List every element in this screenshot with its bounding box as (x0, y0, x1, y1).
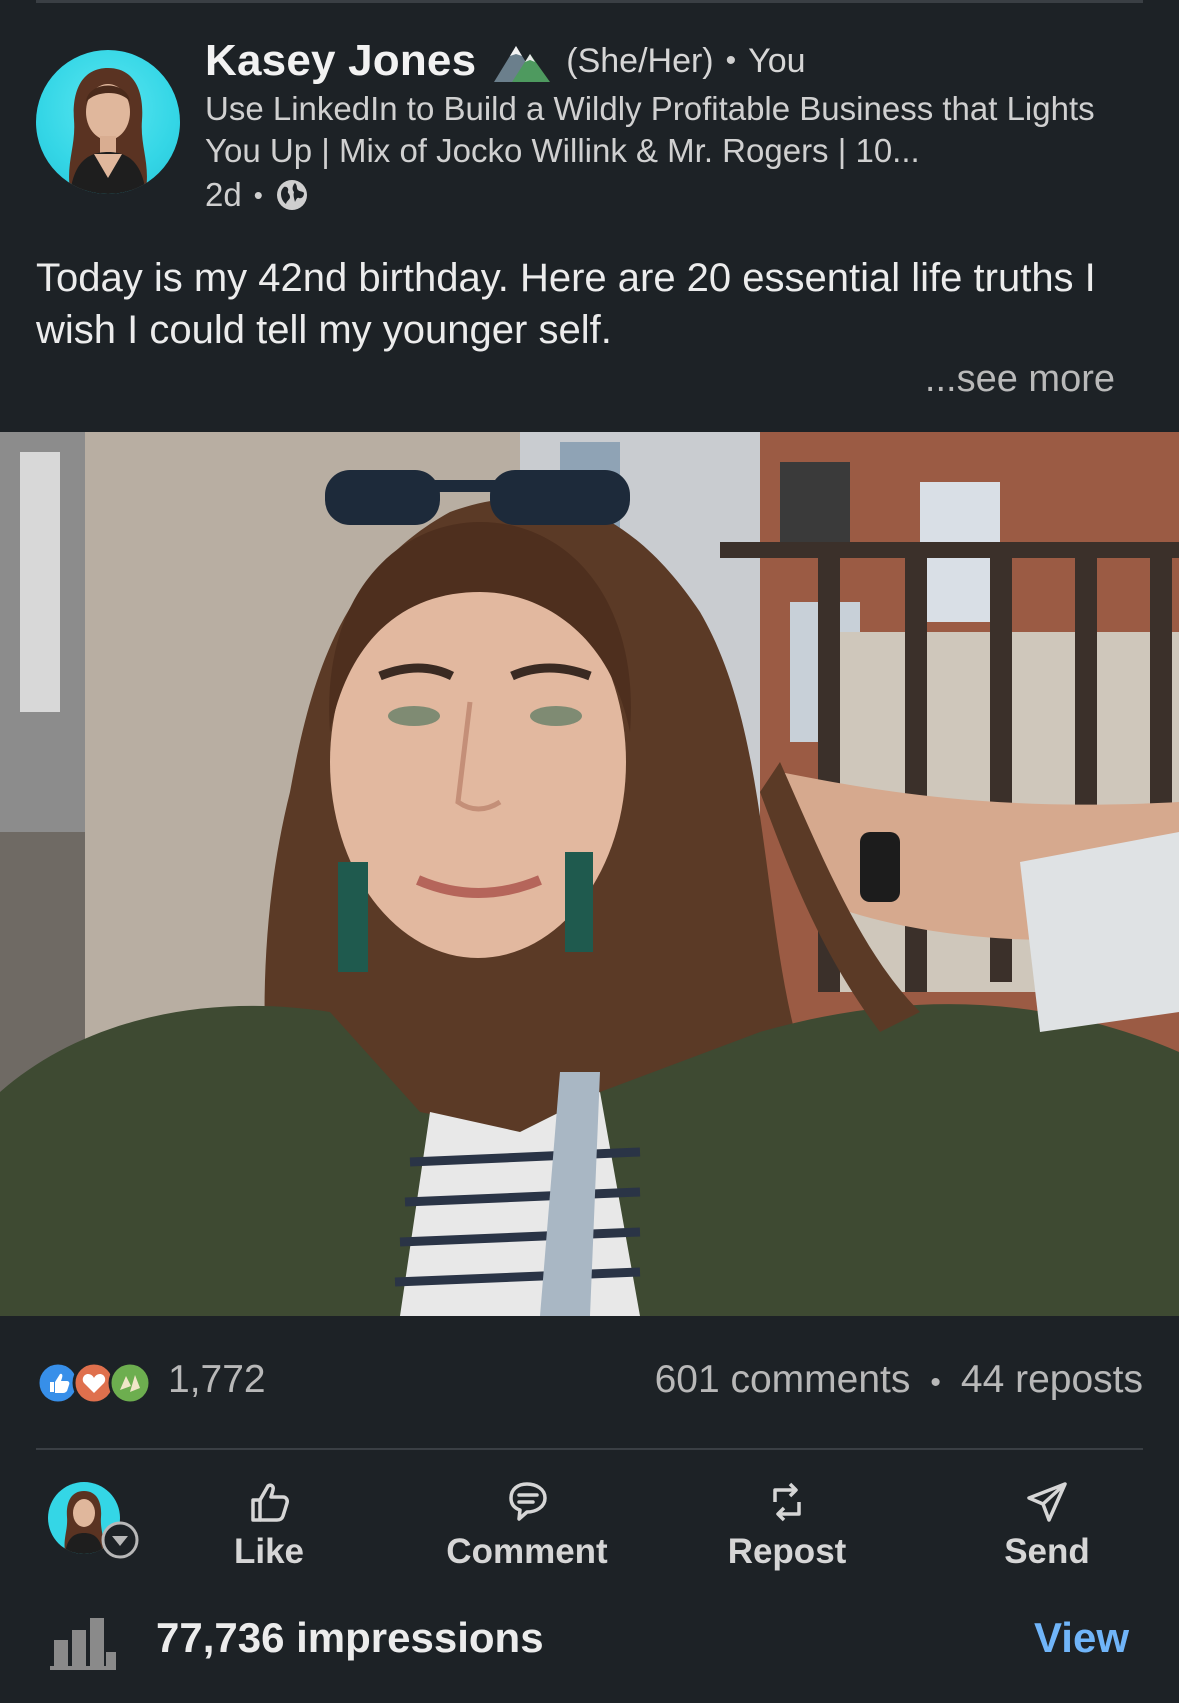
globe-icon (276, 180, 307, 210)
post-body-text: Today is my 42nd birthday. Here are 20 e… (36, 256, 1096, 352)
top-divider (36, 0, 1143, 3)
repost-label: Repost (727, 1532, 847, 1571)
like-label: Like (233, 1532, 305, 1571)
reaction-count[interactable]: 1,772 (168, 1358, 266, 1402)
social-counts: 1,772 601 comments • 44 reposts (36, 1354, 1143, 1410)
pronouns: (She/Her) (566, 41, 714, 80)
repost-icon (773, 1482, 801, 1522)
send-button[interactable]: Send (947, 1470, 1147, 1580)
bar-chart-icon (50, 1618, 116, 1670)
bullet-separator: • (725, 44, 737, 77)
post-meta: 2d • (205, 176, 309, 214)
action-bar: Like Comment Repost Send (0, 1466, 1179, 1586)
celebrate-reaction-icon (108, 1361, 152, 1405)
like-button[interactable]: Like (169, 1470, 369, 1580)
mountain-icon (494, 46, 551, 82)
thumbs-up-icon (251, 1483, 289, 1522)
like-reaction-icon (36, 1361, 80, 1405)
chevron-down-icon[interactable] (100, 1520, 140, 1560)
view-analytics-link[interactable]: View (1034, 1614, 1129, 1662)
author-name-row: Kasey Jones (She/Her) • You (205, 36, 806, 86)
relationship-label: You (748, 41, 806, 80)
comments-reposts: 601 comments • 44 reposts (655, 1358, 1143, 1402)
comment-label: Comment (446, 1532, 608, 1571)
author-name[interactable]: Kasey Jones (205, 36, 476, 86)
post-header: Kasey Jones (She/Her) • You Use LinkedIn… (36, 36, 1146, 216)
author-avatar[interactable] (36, 50, 180, 194)
bullet-separator: • (930, 1366, 941, 1399)
send-label: Send (1004, 1532, 1090, 1571)
actions-divider (36, 1448, 1143, 1450)
comments-count[interactable]: 601 comments (655, 1358, 911, 1401)
impressions-bar: 77,736 impressions View (0, 1600, 1179, 1680)
comment-button[interactable]: Comment (427, 1470, 627, 1580)
post-image[interactable] (0, 432, 1179, 1316)
comment-icon (509, 1482, 547, 1521)
repost-button[interactable]: Repost (687, 1470, 887, 1580)
impressions-count: 77,736 impressions (156, 1614, 544, 1661)
author-headline: Use LinkedIn to Build a Wildly Profitabl… (205, 90, 1095, 169)
post-time: 2d (205, 176, 242, 213)
see-more-link[interactable]: ...see more (925, 358, 1115, 401)
send-icon (1027, 1482, 1067, 1522)
reposts-count[interactable]: 44 reposts (961, 1358, 1143, 1401)
bullet-separator: • (253, 179, 263, 210)
reaction-icons[interactable] (36, 1360, 156, 1406)
love-reaction-icon (72, 1361, 116, 1405)
